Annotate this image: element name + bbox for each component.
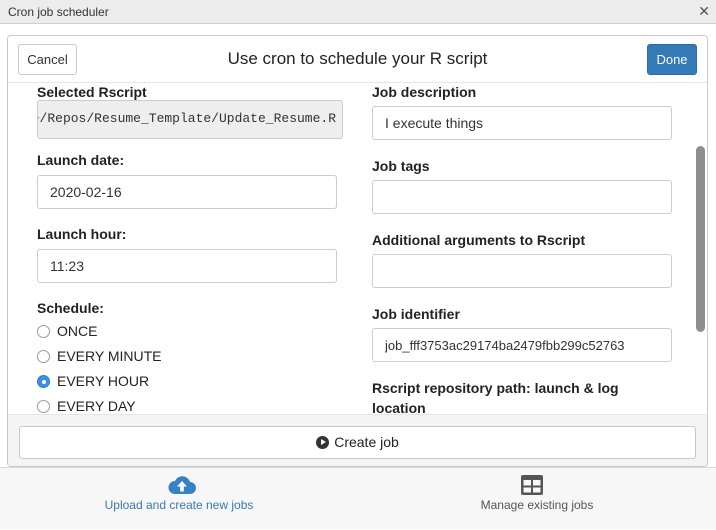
vertical-scrollbar[interactable] <box>696 98 705 360</box>
repo-path-label-line2: location <box>372 400 426 414</box>
bottom-tabbar: Upload and create new jobs Manage existi… <box>0 467 716 529</box>
radio-every-day[interactable] <box>37 400 50 413</box>
repo-path-label-line1: Rscript repository path: launch & log <box>372 380 619 396</box>
radio-every-hour[interactable] <box>37 375 50 388</box>
radio-once[interactable] <box>37 325 50 338</box>
form-body[interactable]: Selected Rscript ~/Repos/Resume_Template… <box>8 83 707 414</box>
job-tags-label: Job tags <box>372 158 430 174</box>
tab-manage-jobs[interactable]: Manage existing jobs <box>358 468 716 530</box>
tab-upload-label: Upload and create new jobs <box>104 498 254 512</box>
rscript-path-value: ~/Repos/Resume_Template/Update_Resume.R <box>37 111 336 126</box>
scheduler-dialog: Cancel Use cron to schedule your R scrip… <box>7 35 708 467</box>
cloud-upload-icon <box>168 476 196 494</box>
schedule-option-label: EVERY DAY <box>57 398 136 414</box>
radio-every-minute[interactable] <box>37 350 50 363</box>
schedule-option-once[interactable]: ONCE <box>37 323 97 343</box>
schedule-option-every-minute[interactable]: EVERY MINUTE <box>37 348 162 368</box>
job-tags-input[interactable] <box>372 180 672 214</box>
additional-args-input[interactable] <box>372 254 672 288</box>
schedule-option-label: ONCE <box>57 323 98 339</box>
done-button[interactable]: Done <box>647 44 697 75</box>
job-description-input[interactable] <box>372 106 672 140</box>
play-circle-icon <box>316 436 330 449</box>
schedule-option-every-hour[interactable]: EVERY HOUR <box>37 373 149 393</box>
dialog-title: Use cron to schedule your R script <box>227 49 488 68</box>
tab-manage-label: Manage existing jobs <box>480 498 594 512</box>
window-title: Cron job scheduler <box>8 5 109 19</box>
create-job-label: Create job <box>334 434 399 450</box>
scrollbar-thumb[interactable] <box>696 146 705 332</box>
schedule-option-label: EVERY HOUR <box>57 373 150 389</box>
rscript-path-field: ~/Repos/Resume_Template/Update_Resume.R <box>37 100 343 139</box>
rscript-label: Selected Rscript <box>37 84 147 100</box>
launch-hour-input[interactable] <box>37 249 337 283</box>
job-identifier-label: Job identifier <box>372 306 460 322</box>
window-titlebar: Cron job scheduler ✕ <box>0 0 716 24</box>
job-description-label: Job description <box>372 84 477 100</box>
schedule-label: Schedule: <box>37 300 104 316</box>
schedule-option-label: EVERY MINUTE <box>57 348 162 364</box>
schedule-option-every-day[interactable]: EVERY DAY <box>37 398 136 414</box>
launch-date-label: Launch date: <box>37 152 125 168</box>
dialog-header: Cancel Use cron to schedule your R scrip… <box>8 36 707 83</box>
cancel-button[interactable]: Cancel <box>18 44 77 75</box>
create-job-button[interactable]: Create job <box>19 426 696 459</box>
dialog-footer: Create job <box>8 414 707 466</box>
additional-args-label: Additional arguments to Rscript <box>372 232 586 248</box>
launch-hour-label: Launch hour: <box>37 226 127 242</box>
launch-date-input[interactable] <box>37 175 337 209</box>
tab-upload-create[interactable]: Upload and create new jobs <box>0 468 358 530</box>
table-icon <box>521 475 543 495</box>
job-identifier-input[interactable] <box>372 328 672 362</box>
close-icon[interactable]: ✕ <box>698 3 710 20</box>
